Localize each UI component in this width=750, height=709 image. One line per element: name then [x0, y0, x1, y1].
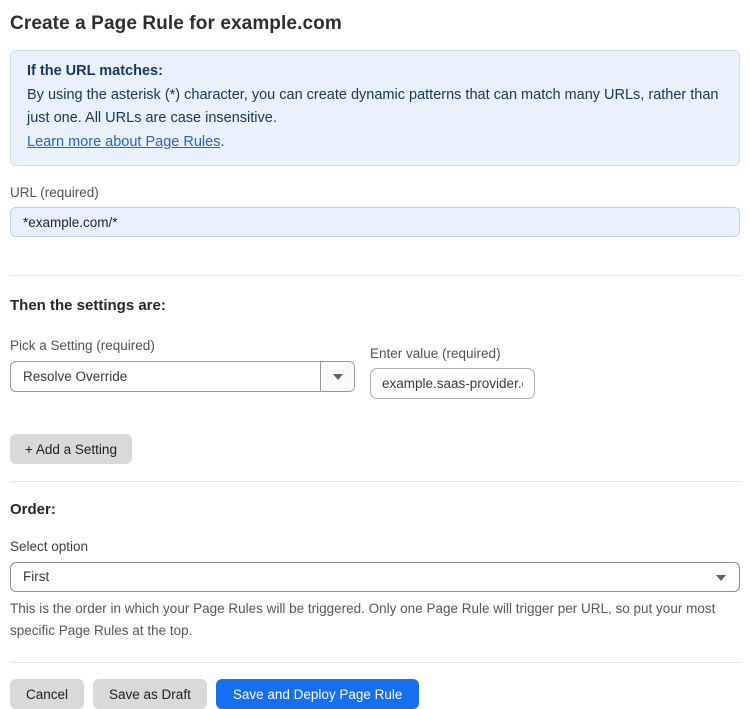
- info-box-heading: If the URL matches:: [27, 63, 163, 79]
- setting-select-label: Pick a Setting (required): [10, 338, 155, 353]
- url-field-label: URL (required): [10, 185, 99, 200]
- order-select-value: First: [23, 569, 50, 584]
- learn-more-link[interactable]: Learn more about Page Rules: [27, 134, 220, 150]
- chevron-down-icon: [332, 373, 343, 380]
- setting-row: Pick a Setting (required) Resolve Overri…: [10, 338, 740, 399]
- setting-select-column: Pick a Setting (required) Resolve Overri…: [10, 338, 355, 399]
- value-field-label: Enter value (required): [370, 346, 501, 361]
- divider: [10, 481, 740, 482]
- link-suffix: .: [220, 133, 225, 150]
- create-page-rule-form: Create a Page Rule for example.com If th…: [0, 13, 750, 709]
- url-input[interactable]: [10, 207, 740, 237]
- setting-select-value: Resolve Override: [23, 369, 128, 384]
- info-box-body: By using the asterisk (*) character, you…: [27, 86, 719, 127]
- chevron-down-icon: [716, 575, 726, 581]
- setting-value-input[interactable]: [370, 368, 535, 399]
- url-match-info-box: If the URL matches: By using the asteris…: [10, 50, 740, 166]
- order-section-heading: Order:: [10, 501, 56, 518]
- setting-select-arrow-button[interactable]: [320, 362, 354, 391]
- order-select-label: Select option: [10, 539, 89, 554]
- setting-value-column: Enter value (required): [370, 346, 535, 399]
- settings-section-heading: Then the settings are:: [10, 297, 166, 314]
- divider: [10, 275, 740, 276]
- cancel-button[interactable]: Cancel: [10, 679, 85, 709]
- save-as-draft-button[interactable]: Save as Draft: [93, 679, 207, 709]
- add-setting-button[interactable]: + Add a Setting: [10, 434, 132, 464]
- divider: [10, 662, 740, 663]
- info-box-link-line: Learn more about Page Rules.: [27, 131, 723, 155]
- page-title: Create a Page Rule for example.com: [10, 13, 342, 34]
- order-help-text: This is the order in which your Page Rul…: [10, 601, 716, 638]
- setting-select[interactable]: Resolve Override: [10, 361, 355, 392]
- order-select[interactable]: First: [10, 562, 740, 592]
- form-actions: Cancel Save as Draft Save and Deploy Pag…: [10, 679, 740, 709]
- save-and-deploy-button[interactable]: Save and Deploy Page Rule: [215, 679, 420, 709]
